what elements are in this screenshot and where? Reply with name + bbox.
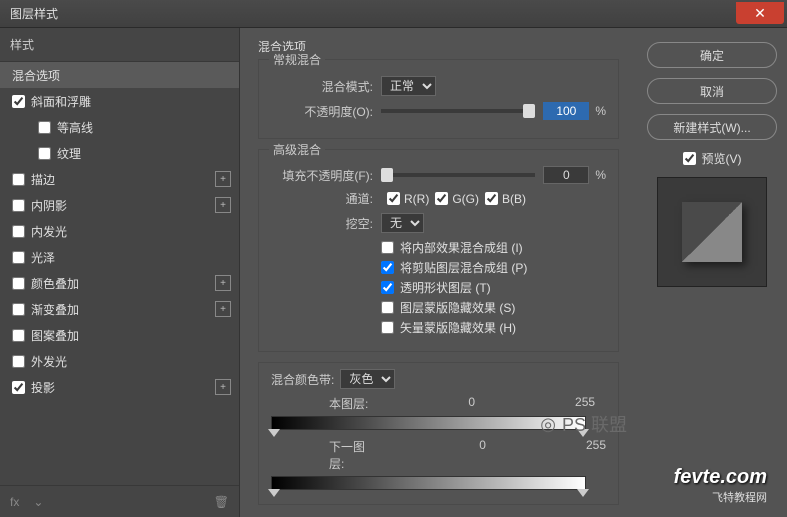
titlebar: 图层样式: [0, 0, 787, 28]
underlying-values: 下一图层: 0 255: [369, 438, 606, 472]
outer-glow-checkbox[interactable]: [12, 355, 25, 368]
texture-checkbox[interactable]: [38, 147, 51, 160]
advanced-options: 将内部效果混合成组 (I) 将剪贴图层混合成组 (P) 透明形状图层 (T) 图…: [381, 239, 606, 336]
sidebar-item-inner-glow[interactable]: 内发光: [0, 218, 239, 244]
preview-box: [657, 177, 767, 287]
fill-opacity-label: 填充不透明度(F):: [271, 167, 381, 184]
gradient-overlay-checkbox[interactable]: [12, 303, 25, 316]
preview-checkbox-row[interactable]: 预览(V): [647, 150, 777, 167]
inner-glow-checkbox[interactable]: [12, 225, 25, 238]
sidebar-item-outer-glow[interactable]: 外发光: [0, 348, 239, 374]
sidebar-item-color-overlay[interactable]: 颜色叠加+: [0, 270, 239, 296]
subgroup-title: 高级混合: [269, 141, 325, 158]
general-blending: 常规混合 混合模式: 正常 不透明度(O): %: [258, 59, 619, 139]
add-icon[interactable]: +: [215, 379, 231, 395]
opacity-label: 不透明度(O):: [271, 103, 381, 120]
band-label: 下一图层:: [329, 438, 379, 472]
this-layer-track[interactable]: [271, 416, 586, 430]
sidebar-item-pattern-overlay[interactable]: 图案叠加: [0, 322, 239, 348]
opt-blend-interior[interactable]: 将内部效果混合成组 (I): [381, 239, 606, 256]
slider-handle-icon[interactable]: [268, 489, 280, 497]
cancel-button[interactable]: 取消: [647, 78, 777, 104]
sidebar: 样式 混合选项 斜面和浮雕 等高线 纹理 描边+ 内阴影+ 内发光 光泽 颜色叠…: [0, 28, 240, 517]
watermark: fevte.com 飞特教程网: [674, 466, 767, 505]
trash-icon[interactable]: 🗑: [214, 495, 229, 509]
watermark-ps: ◎ PS 联盟: [540, 411, 627, 437]
stroke-checkbox[interactable]: [12, 173, 25, 186]
this-layer-values: 本图层: 0 255: [369, 395, 606, 412]
sidebar-footer: fx ⌄ 🗑: [0, 485, 239, 517]
inner-shadow-checkbox[interactable]: [12, 199, 25, 212]
flame-icon: ◎: [540, 414, 556, 435]
chevron-icon[interactable]: ⌄: [33, 495, 43, 509]
drop-shadow-checkbox[interactable]: [12, 381, 25, 394]
contour-checkbox[interactable]: [38, 121, 51, 134]
channel-g[interactable]: G(G): [435, 192, 479, 206]
channels-label: 通道:: [271, 190, 381, 207]
main: 样式 混合选项 斜面和浮雕 等高线 纹理 描边+ 内阴影+ 内发光 光泽 颜色叠…: [0, 28, 787, 517]
slider-handle[interactable]: [381, 168, 393, 182]
blendif-select[interactable]: 灰色: [340, 369, 395, 389]
fill-opacity-input[interactable]: [543, 166, 589, 184]
ok-button[interactable]: 确定: [647, 42, 777, 68]
channel-b[interactable]: B(B): [485, 192, 526, 206]
knockout-select[interactable]: 无: [381, 213, 424, 233]
preview-swatch: [682, 202, 742, 262]
slider-handle-icon[interactable]: [268, 429, 280, 437]
opacity-input[interactable]: [543, 102, 589, 120]
color-overlay-checkbox[interactable]: [12, 277, 25, 290]
add-icon[interactable]: +: [215, 197, 231, 213]
slider-handle-icon[interactable]: [577, 489, 589, 497]
sidebar-item-contour[interactable]: 等高线: [0, 114, 239, 140]
percent-label: %: [595, 104, 606, 118]
sidebar-item-bevel[interactable]: 斜面和浮雕: [0, 88, 239, 114]
underlying-track[interactable]: [271, 476, 586, 490]
fill-opacity-slider[interactable]: [381, 173, 535, 177]
close-button[interactable]: [736, 2, 784, 24]
add-icon[interactable]: +: [215, 275, 231, 291]
add-icon[interactable]: +: [215, 171, 231, 187]
content-panel: 混合选项 常规混合 混合模式: 正常 不透明度(O): % 高级混合 填充不透明…: [240, 28, 637, 517]
style-list: 混合选项 斜面和浮雕 等高线 纹理 描边+ 内阴影+ 内发光 光泽 颜色叠加+ …: [0, 62, 239, 485]
sidebar-header: 样式: [0, 28, 239, 62]
blend-mode-select[interactable]: 正常: [381, 76, 436, 96]
percent-label: %: [595, 168, 606, 182]
sidebar-item-stroke[interactable]: 描边+: [0, 166, 239, 192]
blendif-label: 混合颜色带:: [271, 371, 340, 388]
add-icon[interactable]: +: [215, 301, 231, 317]
sidebar-item-drop-shadow[interactable]: 投影+: [0, 374, 239, 400]
opt-transparency-shapes[interactable]: 透明形状图层 (T): [381, 279, 606, 296]
sidebar-item-gradient-overlay[interactable]: 渐变叠加+: [0, 296, 239, 322]
opt-blend-clipped[interactable]: 将剪贴图层混合成组 (P): [381, 259, 606, 276]
knockout-label: 挖空:: [271, 215, 381, 232]
pattern-overlay-checkbox[interactable]: [12, 329, 25, 342]
right-panel: 确定 取消 新建样式(W)... 预览(V): [637, 28, 787, 517]
advanced-blending: 高级混合 填充不透明度(F): % 通道: R(R) G(G) B(B) 挖空:…: [258, 149, 619, 352]
bevel-checkbox[interactable]: [12, 95, 25, 108]
channel-r[interactable]: R(R): [387, 192, 429, 206]
new-style-button[interactable]: 新建样式(W)...: [647, 114, 777, 140]
fx-icon[interactable]: fx: [10, 495, 19, 509]
band-label: 本图层:: [329, 395, 368, 412]
opacity-slider[interactable]: [381, 109, 535, 113]
opt-layer-mask-hides[interactable]: 图层蒙版隐藏效果 (S): [381, 299, 606, 316]
sidebar-item-satin[interactable]: 光泽: [0, 244, 239, 270]
slider-handle[interactable]: [523, 104, 535, 118]
sidebar-item-blend-options[interactable]: 混合选项: [0, 62, 239, 88]
window-title: 图层样式: [10, 5, 58, 22]
preview-checkbox[interactable]: [683, 152, 696, 165]
sidebar-item-texture[interactable]: 纹理: [0, 140, 239, 166]
satin-checkbox[interactable]: [12, 251, 25, 264]
opt-vector-mask-hides[interactable]: 矢量蒙版隐藏效果 (H): [381, 319, 606, 336]
sidebar-item-inner-shadow[interactable]: 内阴影+: [0, 192, 239, 218]
blend-mode-label: 混合模式:: [271, 78, 381, 95]
subgroup-title: 常规混合: [269, 51, 325, 68]
